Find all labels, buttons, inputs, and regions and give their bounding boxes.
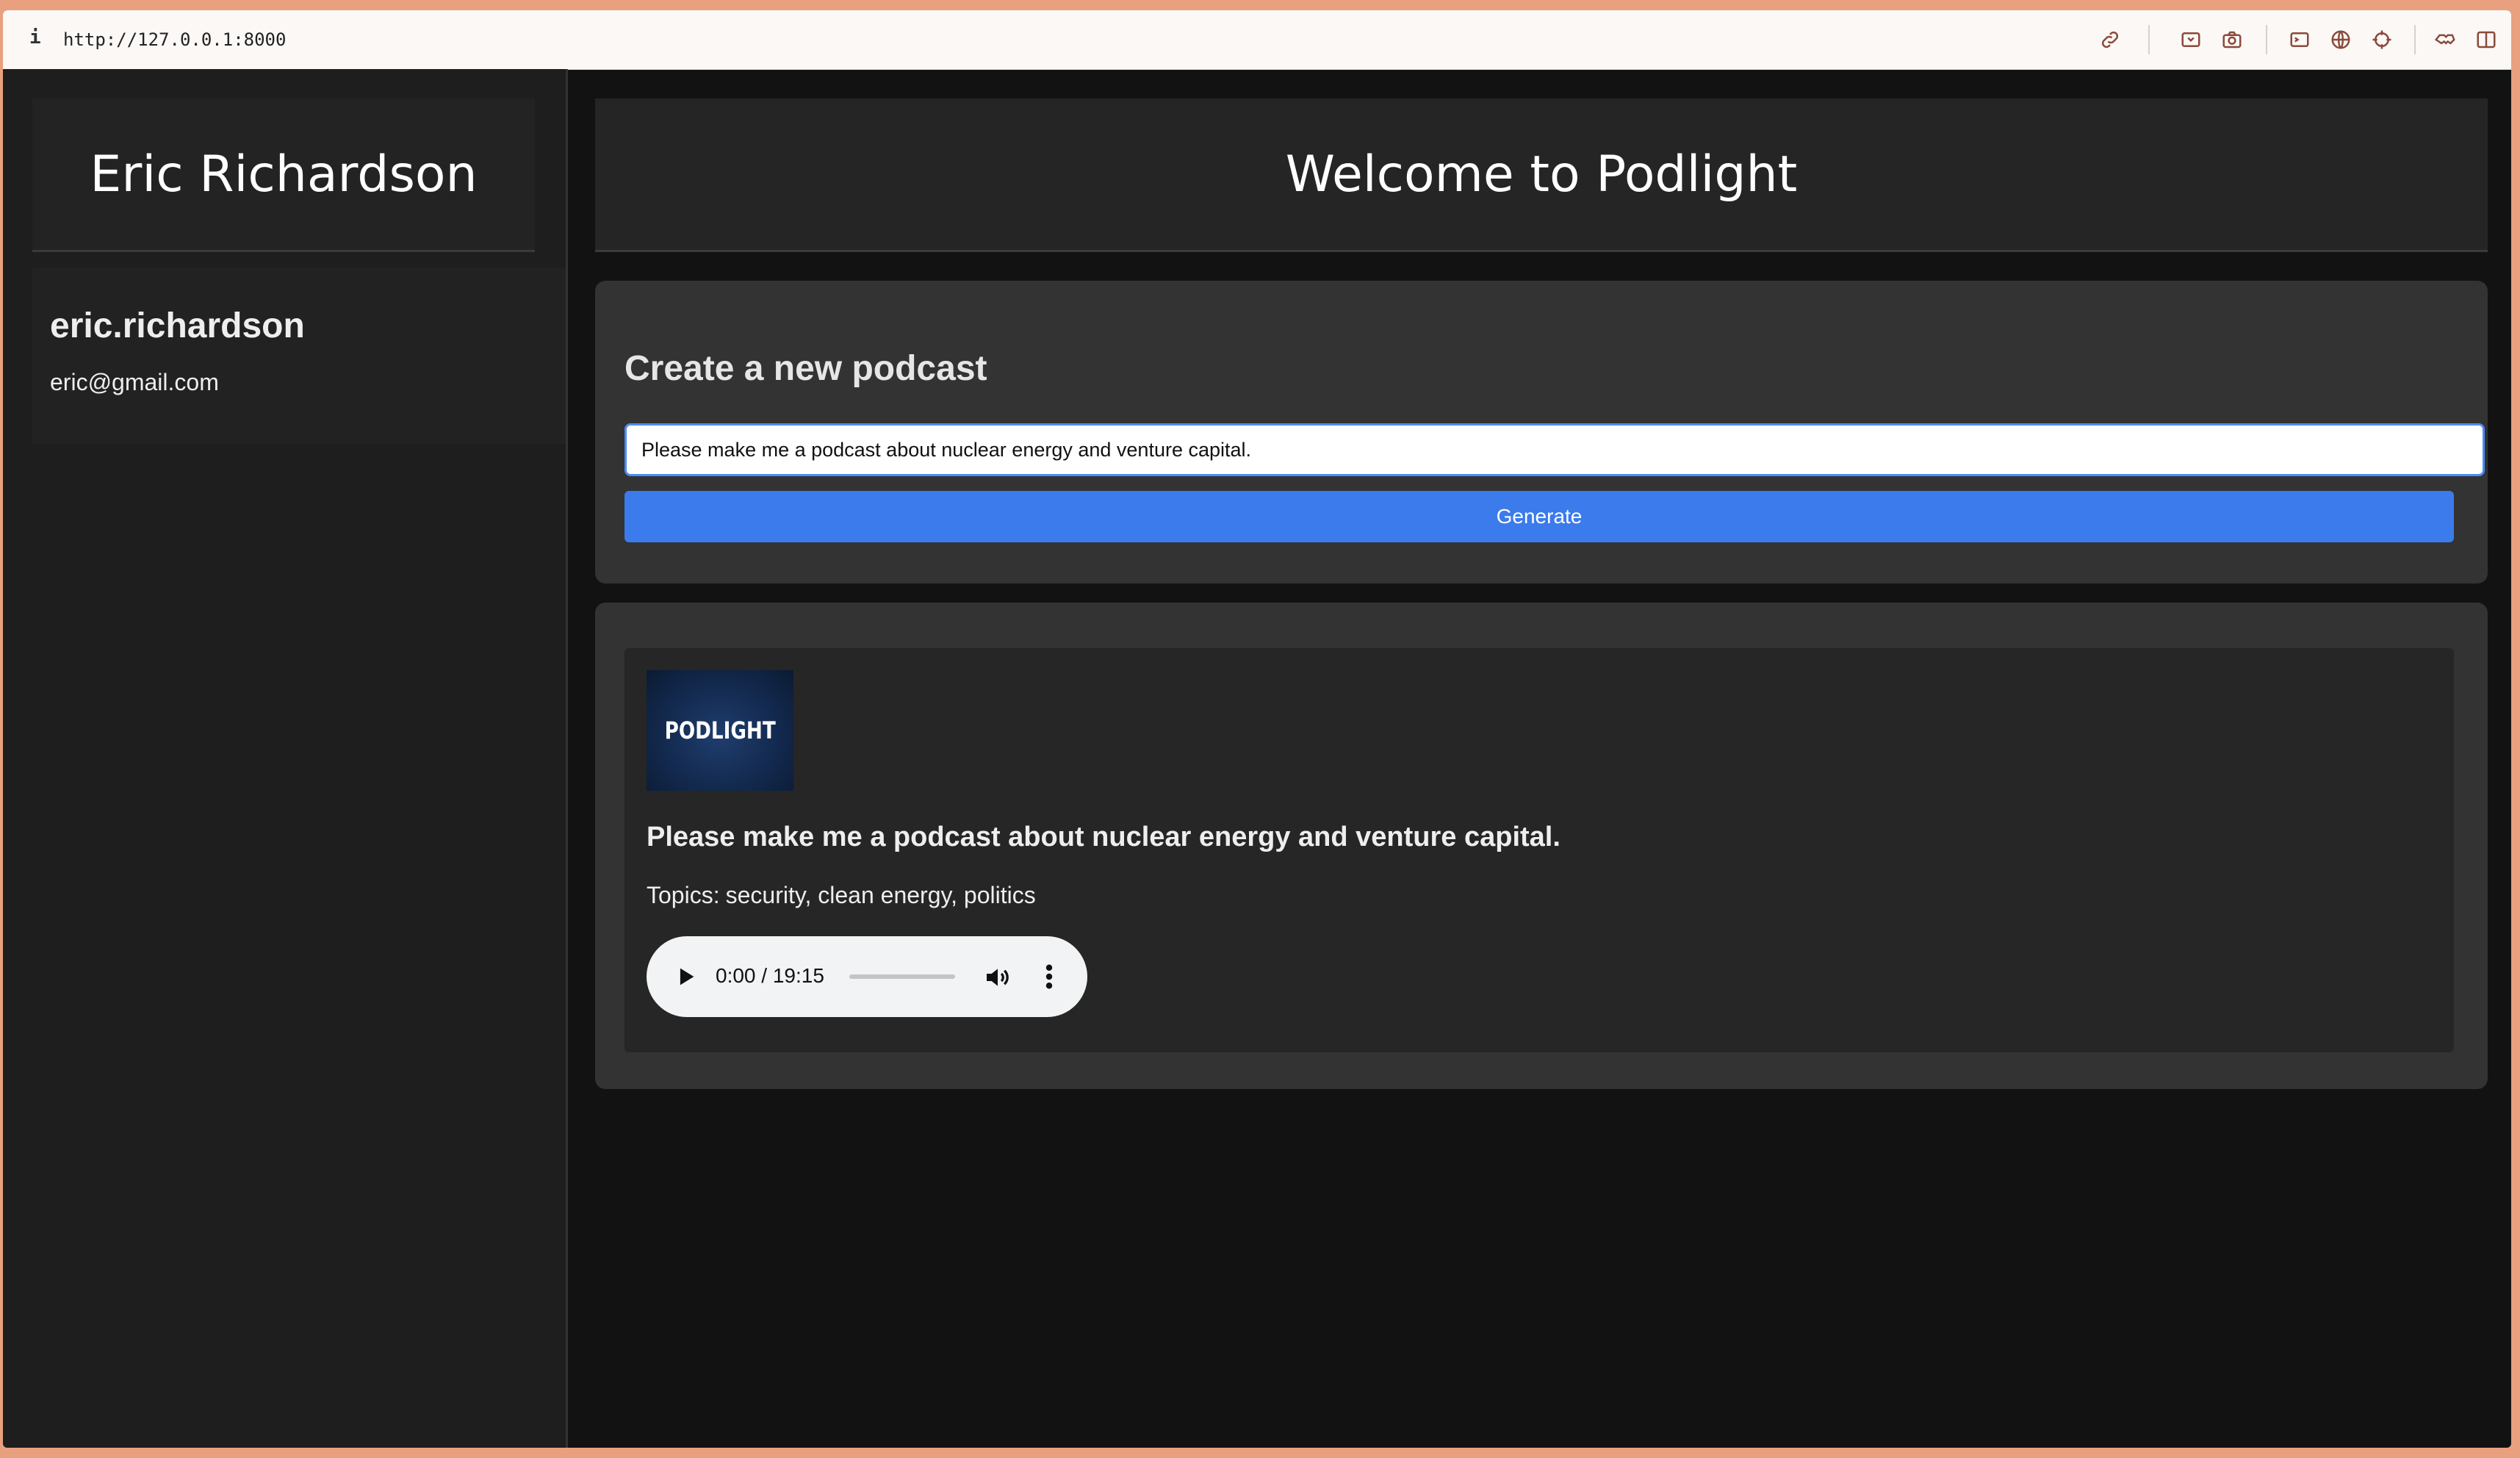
address-bar[interactable]: http://127.0.0.1:8000 [63, 29, 286, 50]
extensions-icon[interactable] [2432, 26, 2458, 53]
sidebar-toggle-icon[interactable] [2473, 26, 2499, 53]
toolbar-divider [2148, 25, 2150, 54]
user-info-card: eric.richardson eric@gmail.com [32, 267, 566, 444]
podcast-topics: Topics: security, clean energy, politics [647, 882, 1036, 909]
toolbar-divider [2266, 25, 2267, 54]
browser-window: i http://127.0.0.1:8000 Eric Richardson … [3, 10, 2511, 1448]
create-podcast-card: Create a new podcast Generate [595, 281, 2488, 583]
sidebar-header: Eric Richardson [32, 98, 535, 252]
username: eric.richardson [50, 306, 305, 345]
inspect-icon[interactable] [2178, 26, 2204, 53]
camera-icon[interactable] [2219, 26, 2245, 53]
audio-time: 0:00 / 19:15 [716, 964, 824, 987]
volume-icon[interactable] [983, 963, 1012, 992]
topics-value: security, clean energy, politics [725, 882, 1036, 908]
topics-label: Topics: [647, 882, 720, 908]
toolbar-divider [2414, 25, 2416, 54]
create-podcast-heading: Create a new podcast [624, 349, 987, 388]
podcast-cover-image: PODLIGHT [647, 670, 793, 791]
sidebar: Eric Richardson eric.richardson eric@gma… [3, 69, 568, 1448]
podcast-list: PODLIGHT Please make me a podcast about … [595, 603, 2488, 1089]
info-icon[interactable]: i [29, 26, 41, 49]
user-full-name: Eric Richardson [90, 145, 478, 204]
podcast-item: PODLIGHT Please make me a podcast about … [624, 648, 2454, 1052]
globe-icon[interactable] [2328, 26, 2354, 53]
user-email: eric@gmail.com [50, 369, 219, 395]
more-options-icon[interactable] [1042, 961, 1056, 992]
terminal-icon[interactable] [2286, 26, 2313, 53]
crosshair-icon[interactable] [2369, 26, 2395, 53]
audio-player[interactable]: 0:00 / 19:15 [647, 936, 1087, 1017]
cover-logo-text: PODLIGHT [664, 717, 776, 744]
page-title: Welcome to Podlight [1285, 145, 1798, 204]
podcast-title: Please make me a podcast about nuclear e… [647, 822, 1560, 852]
link-icon[interactable] [2097, 26, 2123, 53]
play-icon[interactable] [673, 964, 698, 989]
generate-button[interactable]: Generate [624, 491, 2454, 542]
page-header: Welcome to Podlight [595, 98, 2488, 252]
audio-progress-slider[interactable] [849, 974, 955, 979]
podcast-prompt-input[interactable] [624, 423, 2485, 476]
browser-toolbar: i http://127.0.0.1:8000 [3, 10, 2511, 70]
